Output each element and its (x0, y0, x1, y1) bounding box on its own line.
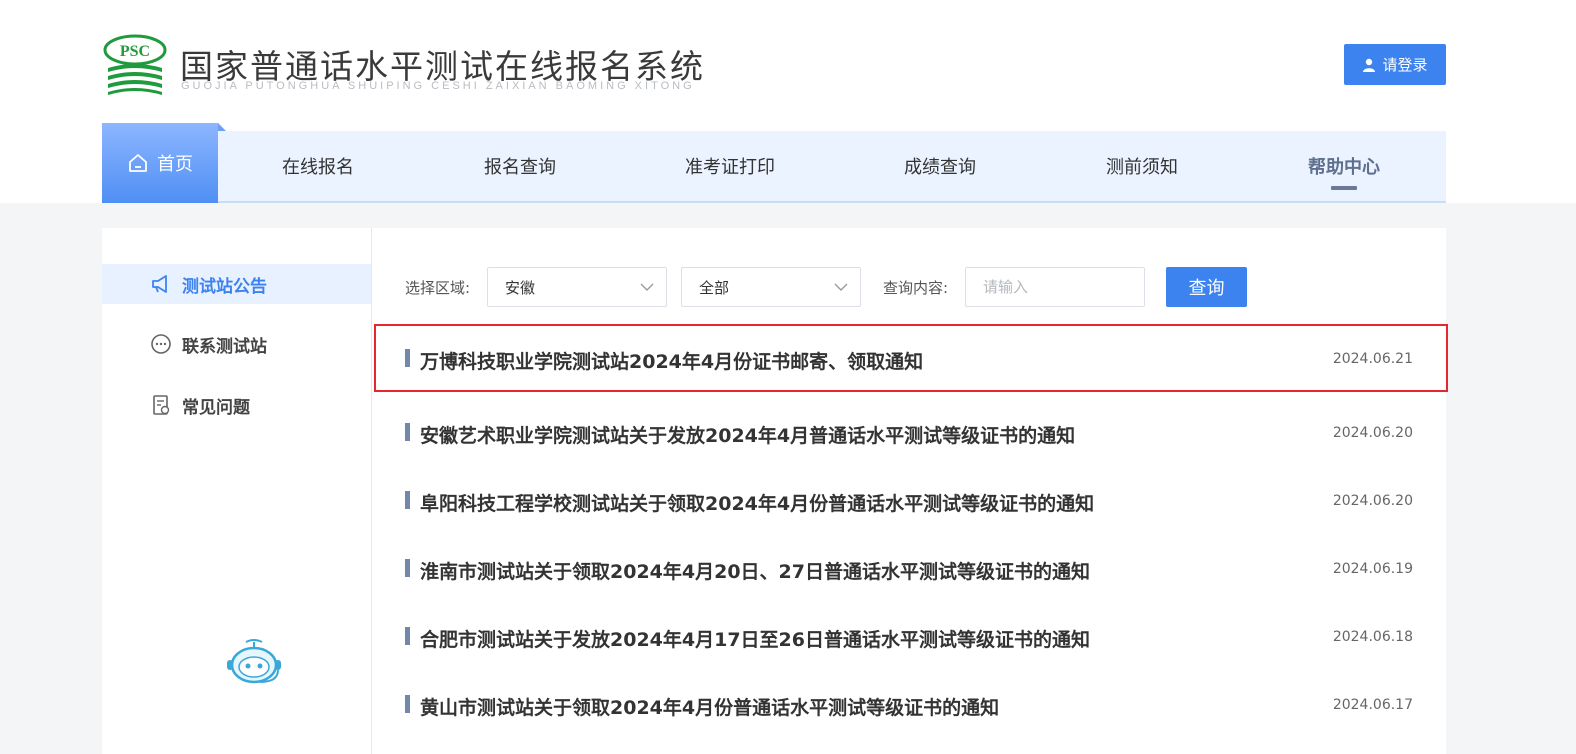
user-icon (1363, 58, 1376, 72)
notice-date: 2024.06.17 (1332, 697, 1413, 713)
notice-title[interactable]: 合肥市测试站关于发放2024年4月17日至26日普通话水平测试等级证书的通知 (420, 625, 1090, 652)
notice-date: 2024.06.19 (1332, 561, 1413, 577)
notice-date: 2024.06.21 (1332, 351, 1413, 367)
notice-row[interactable]: 合肥市测试站关于发放2024年4月17日至26日普通话水平测试等级证书的通知 20… (374, 602, 1448, 670)
province-select[interactable]: 安徽 (487, 267, 667, 307)
query-input[interactable] (965, 267, 1145, 307)
sidebar-item-label: 常见问题 (182, 397, 250, 418)
notice-bullet-bar (405, 423, 410, 441)
site-subtitle: GUOJIA PUTONGHUA SHUIPING CESHI ZAIXIAN … (181, 80, 695, 92)
nav-active-indicator (1331, 186, 1357, 190)
notice-bullet-bar (405, 627, 410, 645)
notice-row[interactable]: 淮南市测试站关于领取2024年4月20日、27日普通话水平测试等级证书的通知 20… (374, 534, 1448, 602)
robot-assistant-icon[interactable] (224, 638, 284, 688)
main-nav: 首页 在线报名 报名查询 准考证打印 成绩查询 测前须知 帮助中心 (102, 123, 1446, 203)
notice-title[interactable]: 安徽艺术职业学院测试站关于发放2024年4月普通话水平测试等级证书的通知 (420, 421, 1075, 448)
nav-item-score-query[interactable]: 成绩查询 (884, 131, 996, 201)
nav-item-registration-query[interactable]: 报名查询 (464, 131, 576, 201)
notice-bullet-bar (405, 349, 410, 367)
nav-item-home[interactable]: 首页 (102, 123, 226, 203)
notice-bullet-bar (405, 491, 410, 509)
psc-logo: PSC (103, 34, 167, 95)
home-icon (129, 154, 147, 172)
notice-row[interactable]: 黄山市测试站关于领取2024年4月份普通话水平测试等级证书的通知 2024.06.… (374, 670, 1448, 738)
faq-document-icon (153, 395, 170, 415)
province-value: 安徽 (505, 278, 536, 297)
logo-text: PSC (120, 43, 150, 60)
notice-bullet-bar (405, 559, 410, 577)
sidebar-item-contact[interactable]: 联系测试站 (102, 324, 371, 364)
nav-item-online-registration[interactable]: 在线报名 (262, 131, 374, 201)
notice-row[interactable]: 安徽艺术职业学院测试站关于发放2024年4月普通话水平测试等级证书的通知 2024… (374, 398, 1448, 466)
sidebar-item-label: 测试站公告 (182, 276, 267, 297)
nav-item-admission-ticket[interactable]: 准考证打印 (674, 131, 786, 201)
nav-item-help-center[interactable]: 帮助中心 (1288, 131, 1400, 201)
notice-bullet-bar (405, 695, 410, 713)
notice-date: 2024.06.20 (1332, 493, 1413, 509)
login-button[interactable]: 请登录 (1344, 44, 1446, 85)
notice-title[interactable]: 万博科技职业学院测试站2024年4月份证书邮寄、领取通知 (420, 347, 923, 374)
notice-row[interactable]: 阜阳科技工程学校测试站关于领取2024年4月份普通话水平测试等级证书的通知 202… (374, 466, 1448, 534)
sidebar-item-faq[interactable]: 常见问题 (102, 385, 371, 425)
city-value: 全部 (699, 278, 730, 297)
chevron-down-icon (640, 283, 654, 291)
nav-item-pretest-notice[interactable]: 测前须知 (1086, 131, 1198, 201)
sidebar-item-label: 联系测试站 (182, 336, 267, 357)
login-label: 请登录 (1382, 56, 1428, 74)
sidebar: 测试站公告 联系测试站 常见问题 (102, 228, 372, 754)
chevron-down-icon (834, 283, 848, 291)
notice-title[interactable]: 阜阳科技工程学校测试站关于领取2024年4月份普通话水平测试等级证书的通知 (420, 489, 1094, 516)
region-label: 选择区域: (405, 279, 471, 297)
megaphone-icon (152, 275, 167, 293)
notice-title[interactable]: 淮南市测试站关于领取2024年4月20日、27日普通话水平测试等级证书的通知 (420, 557, 1090, 584)
nav-home-label: 首页 (157, 154, 193, 175)
notice-row[interactable]: 万博科技职业学院测试站2024年4月份证书邮寄、领取通知 2024.06.21 (374, 324, 1448, 392)
notice-title[interactable]: 黄山市测试站关于领取2024年4月份普通话水平测试等级证书的通知 (420, 693, 999, 720)
search-button[interactable]: 查询 (1166, 267, 1247, 307)
query-label: 查询内容: (883, 279, 949, 297)
notice-date: 2024.06.20 (1332, 425, 1413, 441)
notice-date: 2024.06.18 (1332, 629, 1413, 645)
sidebar-item-announcements[interactable]: 测试站公告 (102, 264, 371, 304)
city-select[interactable]: 全部 (681, 267, 861, 307)
chat-bubble-icon (151, 334, 171, 354)
